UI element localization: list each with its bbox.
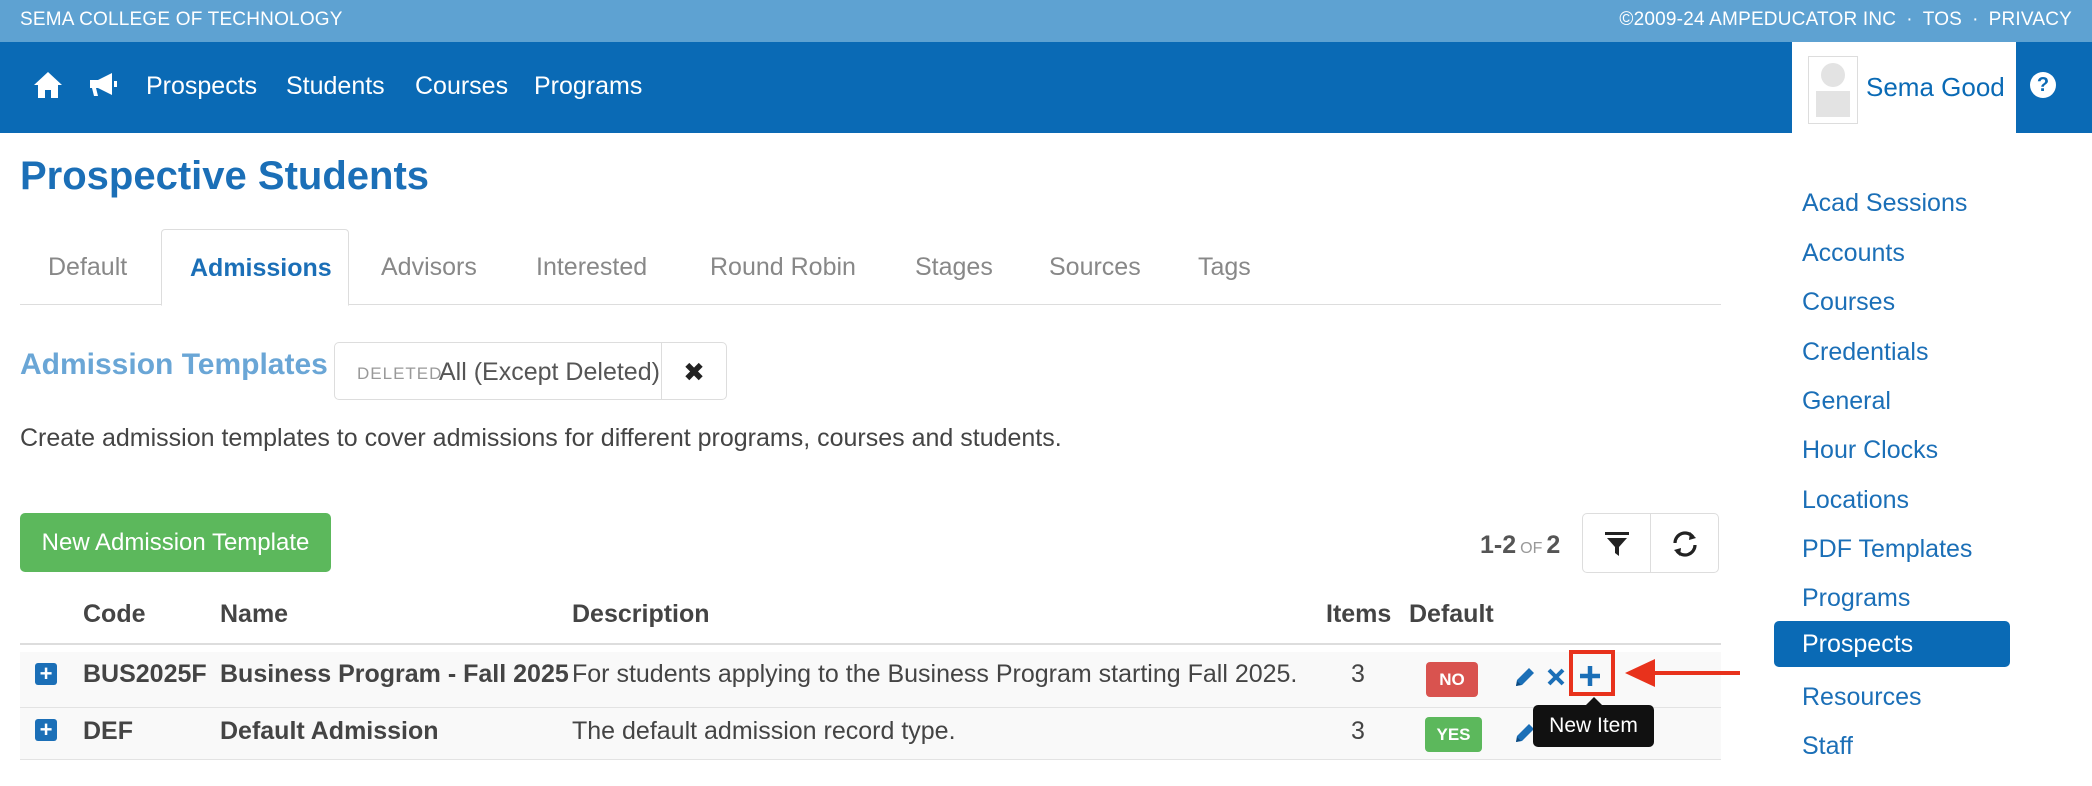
arrow-line	[1650, 671, 1740, 675]
pager-range: 1-2	[1480, 531, 1517, 559]
expand-icon[interactable]: +	[35, 719, 57, 741]
sidebar-item-locations[interactable]: Locations	[1774, 477, 2010, 523]
highlight-box	[1569, 650, 1615, 696]
sidebar-item-prospects[interactable]: Prospects	[1774, 621, 2010, 667]
pager-total: 2	[1546, 531, 1561, 559]
filter-icon	[1605, 532, 1629, 556]
header-description[interactable]: Description	[572, 600, 710, 629]
table-row: + DEF Default Admission The default admi…	[20, 708, 1721, 760]
sidebar-item-staff[interactable]: Staff	[1774, 723, 2010, 769]
row-code: BUS2025F	[83, 660, 207, 688]
nav-programs[interactable]: Programs	[534, 72, 642, 101]
section-title: Admission Templates	[20, 348, 328, 381]
main-navbar: Prospects Students Courses Programs	[0, 42, 2092, 133]
new-item-tooltip: New Item	[1533, 705, 1654, 747]
separator-2: ·	[1972, 9, 1979, 30]
tab-sources[interactable]: Sources	[1049, 229, 1141, 305]
sidebar-item-pdf-templates[interactable]: PDF Templates	[1774, 526, 2010, 572]
sidebar-item-resources[interactable]: Resources	[1774, 674, 2010, 720]
sidebar-item-courses[interactable]: Courses	[1774, 279, 2010, 325]
filter-value: All (Except Deleted)	[439, 358, 660, 386]
header-name[interactable]: Name	[220, 600, 288, 629]
tab-bar: Default Admissions Advisors Interested R…	[20, 229, 1721, 306]
sidebar-item-credentials[interactable]: Credentials	[1774, 329, 2010, 375]
row-description: The default admission record type.	[572, 717, 956, 745]
user-name: Sema Good	[1866, 72, 2005, 102]
pager-of: OF	[1520, 540, 1543, 557]
row-items: 3	[1351, 717, 1365, 745]
edit-icon[interactable]	[1513, 665, 1537, 694]
tab-advisors[interactable]: Advisors	[381, 229, 477, 305]
row-description: For students applying to the Business Pr…	[572, 660, 1298, 688]
sidebar-item-programs[interactable]: Programs	[1774, 575, 2010, 621]
tos-link[interactable]: TOS	[1923, 9, 1962, 30]
help-icon[interactable]: ?	[2030, 72, 2056, 98]
nav-courses[interactable]: Courses	[415, 72, 508, 101]
college-name: SEMA COLLEGE OF TECHNOLOGY	[20, 9, 343, 30]
section-description: Create admission templates to cover admi…	[20, 424, 1062, 452]
separator-1: ·	[1906, 9, 1913, 30]
delete-icon[interactable]	[1546, 667, 1566, 692]
tab-admissions[interactable]: Admissions	[161, 229, 349, 306]
row-name: Default Admission	[220, 717, 439, 745]
deleted-filter[interactable]: DELETED All (Except Deleted)	[334, 342, 662, 400]
user-menu[interactable]: Sema Good	[1792, 42, 2016, 133]
tab-stages[interactable]: Stages	[915, 229, 993, 305]
header-code[interactable]: Code	[83, 600, 146, 629]
row-code: DEF	[83, 717, 133, 745]
clear-filter-button[interactable]: ✖	[661, 342, 727, 400]
table-row: + BUS2025F Business Program - Fall 2025 …	[20, 652, 1721, 708]
row-name: Business Program - Fall 2025	[220, 660, 569, 688]
tab-round-robin[interactable]: Round Robin	[710, 229, 856, 305]
filter-label: DELETED	[357, 364, 443, 383]
expand-icon[interactable]: +	[35, 663, 57, 685]
tab-interested[interactable]: Interested	[536, 229, 647, 305]
home-icon[interactable]	[32, 70, 64, 105]
header-divider	[20, 643, 1721, 645]
megaphone-icon[interactable]	[86, 70, 120, 105]
default-badge: YES	[1425, 717, 1482, 752]
refresh-icon	[1673, 531, 1697, 557]
privacy-link[interactable]: PRIVACY	[1989, 9, 2072, 30]
default-badge: NO	[1426, 662, 1478, 697]
tab-default[interactable]: Default	[48, 229, 127, 305]
top-links: ©2009-24 AMPEDUCATOR INC · TOS · PRIVACY	[1619, 9, 2072, 31]
sidebar-item-hour-clocks[interactable]: Hour Clocks	[1774, 427, 2010, 473]
nav-students[interactable]: Students	[286, 72, 385, 101]
row-items: 3	[1351, 660, 1365, 688]
nav-prospects[interactable]: Prospects	[146, 72, 257, 101]
avatar	[1808, 56, 1858, 124]
new-admission-template-button[interactable]: New Admission Template	[20, 513, 331, 572]
top-bar: SEMA COLLEGE OF TECHNOLOGY ©2009-24 AMPE…	[0, 0, 2092, 42]
page-title: Prospective Students	[20, 154, 430, 198]
tab-tags[interactable]: Tags	[1198, 229, 1251, 305]
pager: 1-2 OF 2	[1480, 531, 1560, 560]
sidebar-item-general[interactable]: General	[1774, 378, 2010, 424]
filter-button[interactable]	[1582, 513, 1651, 573]
header-items[interactable]: Items	[1326, 600, 1391, 629]
header-default[interactable]: Default	[1409, 600, 1494, 629]
sidebar-item-accounts[interactable]: Accounts	[1774, 230, 2010, 276]
copyright-text: ©2009-24 AMPEDUCATOR INC	[1619, 9, 1897, 30]
refresh-button[interactable]	[1650, 513, 1719, 573]
sidebar-item-acad-sessions[interactable]: Acad Sessions	[1774, 180, 2010, 226]
